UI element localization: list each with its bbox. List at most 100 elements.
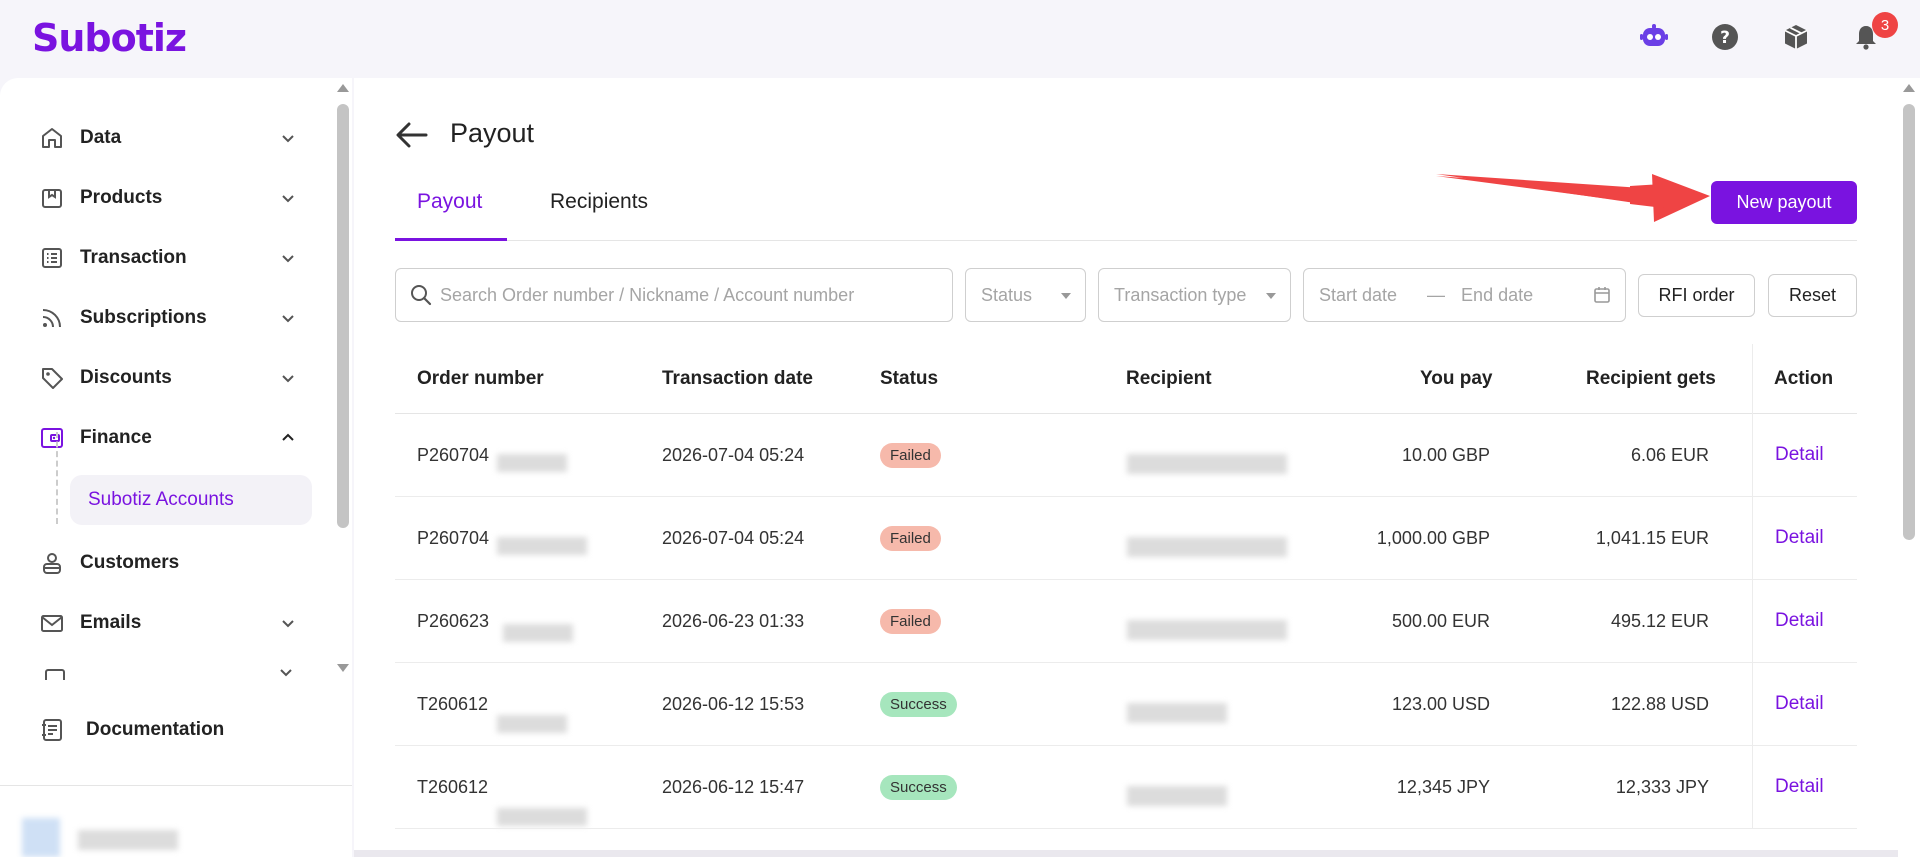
sidebar-item-label: Subscriptions <box>80 307 207 328</box>
transaction-date: 2026-07-04 05:24 <box>662 527 805 548</box>
notification-badge: 3 <box>1872 12 1898 38</box>
reset-button[interactable]: Reset <box>1768 274 1857 317</box>
sidebar-item-label: Data <box>80 127 122 148</box>
app-logo[interactable]: Subotiz <box>32 16 187 60</box>
account-avatar[interactable] <box>22 810 202 857</box>
sidebar-item-emails[interactable]: Emails <box>38 601 298 645</box>
status-badge: Failed <box>880 497 941 579</box>
sidebar-divider <box>0 785 352 786</box>
detail-link[interactable]: Detail <box>1775 580 1824 662</box>
chevron-up-icon <box>278 428 298 448</box>
sidebar-item-customers[interactable]: Customers <box>38 541 298 585</box>
sidebar-item-documentation[interactable]: Documentation <box>38 708 224 752</box>
sidebar-item-clipped[interactable] <box>38 668 298 680</box>
recipient-gets-amount: 122.88 USD <box>1610 693 1709 714</box>
scroll-up-arrow[interactable] <box>1903 84 1915 92</box>
table-row: P260704 2026-07-04 05:24 Failed 10.00 GB… <box>395 414 1857 497</box>
recipient-gets-amount: 495.12 EUR <box>1610 610 1709 631</box>
row-divider <box>395 828 1857 829</box>
scroll-up-arrow[interactable] <box>337 84 349 92</box>
column-header-recipient-gets: Recipient gets <box>1586 368 1716 389</box>
search-placeholder: Search Order number / Nickname / Account… <box>440 284 855 305</box>
redacted-recipient <box>1115 424 1293 496</box>
transaction-type-placeholder: Transaction type <box>1114 284 1247 305</box>
chevron-down-icon <box>278 308 298 328</box>
tag-icon <box>38 364 66 392</box>
column-header-order-number: Order number <box>417 368 544 389</box>
transaction-date: 2026-06-12 15:53 <box>662 693 805 714</box>
tab-payout[interactable]: Payout <box>417 190 482 214</box>
annotation-arrow-icon <box>1436 174 1710 222</box>
recipient-gets-amount: 6.06 EUR <box>1630 444 1709 465</box>
assistant-bot-icon[interactable] <box>1637 20 1671 54</box>
page-title: Payout <box>450 118 535 148</box>
sidebar-item-label: Products <box>80 187 163 208</box>
scroll-down-arrow[interactable] <box>337 664 349 672</box>
chevron-down-icon <box>278 248 298 268</box>
user-icon <box>38 549 66 577</box>
sidebar-item-label: Emails <box>80 612 142 633</box>
package-icon[interactable] <box>1779 20 1813 54</box>
recipient-gets-amount: 12,333 JPY <box>1615 776 1709 797</box>
order-number: P260704 <box>417 527 490 548</box>
sidebar-clip-edge <box>0 680 334 682</box>
detail-link[interactable]: Detail <box>1775 663 1824 745</box>
search-input[interactable]: Search Order number / Nickname / Account… <box>395 268 953 322</box>
sidebar-item-transaction[interactable]: Transaction <box>38 236 298 280</box>
redacted-order-suffix <box>491 507 601 579</box>
rss-icon <box>38 304 66 332</box>
column-header-recipient: Recipient <box>1126 368 1212 389</box>
redacted-order-suffix <box>491 424 601 496</box>
sidebar-item-label: Transaction <box>80 247 187 268</box>
main-scroll-thumb[interactable] <box>1903 104 1915 540</box>
detail-link[interactable]: Detail <box>1775 746 1824 828</box>
table-row: P260623 2026-06-23 01:33 Failed 500.00 E… <box>395 580 1857 663</box>
calendar-icon <box>1594 287 1610 303</box>
you-pay-amount: 123.00 USD <box>1391 693 1490 714</box>
sidebar-item-data[interactable]: Data <box>38 116 298 160</box>
you-pay-amount: 12,345 JPY <box>1396 776 1490 797</box>
redacted-recipient <box>1115 673 1293 745</box>
tab-recipients[interactable]: Recipients <box>550 190 648 214</box>
new-payout-button[interactable]: New payout <box>1711 181 1857 224</box>
sidebar-item-subscriptions[interactable]: Subscriptions <box>38 296 298 340</box>
active-tab-indicator <box>395 238 507 241</box>
transaction-date: 2026-06-23 01:33 <box>662 610 805 631</box>
date-separator: — <box>1427 284 1446 305</box>
redacted-recipient <box>1115 507 1293 579</box>
sidebar-item-products[interactable]: Products <box>38 176 298 220</box>
tabs-divider <box>395 240 1857 241</box>
you-pay-amount: 500.00 EUR <box>1391 610 1490 631</box>
column-header-status: Status <box>880 368 939 389</box>
rfi-order-button[interactable]: RFI order <box>1638 274 1755 317</box>
sidebar-item-finance[interactable]: Finance <box>38 416 298 460</box>
transaction-type-select[interactable]: Transaction type <box>1098 268 1291 322</box>
sidebar-subitem-subotiz-accounts[interactable]: Subotiz Accounts <box>70 475 312 525</box>
sidebar-item-label: Finance <box>80 427 152 448</box>
status-text: Failed <box>880 608 941 634</box>
redacted-order-suffix <box>491 590 601 662</box>
help-icon[interactable]: ? <box>1708 20 1742 54</box>
detail-link[interactable]: Detail <box>1775 414 1824 496</box>
end-date-placeholder[interactable]: End date <box>1461 285 1533 306</box>
sidebar-item-discounts[interactable]: Discounts <box>38 356 298 400</box>
recipient-gets-amount: 1,041.15 EUR <box>1595 527 1709 548</box>
order-number: T260612 <box>417 693 489 714</box>
transaction-date: 2026-07-04 05:24 <box>662 444 805 465</box>
search-icon <box>411 285 432 306</box>
document-icon <box>38 716 66 744</box>
chevron-down-icon <box>278 613 298 633</box>
you-pay-amount: 1,000.00 GBP <box>1376 527 1490 548</box>
date-range-picker[interactable]: Start date — End date <box>1303 268 1626 322</box>
column-header-transaction-date: Transaction date <box>662 368 813 389</box>
status-placeholder: Status <box>981 284 1033 305</box>
start-date-placeholder[interactable]: Start date <box>1319 285 1397 306</box>
caret-down-icon <box>1266 293 1276 299</box>
detail-link[interactable]: Detail <box>1775 497 1824 579</box>
back-arrow-icon[interactable] <box>394 120 430 150</box>
sidebar-scroll-thumb[interactable] <box>337 104 349 528</box>
status-badge: Failed <box>880 414 941 496</box>
chevron-down-icon <box>278 188 298 208</box>
status-select[interactable]: Status <box>965 268 1086 322</box>
order-number: P260623 <box>417 610 490 631</box>
